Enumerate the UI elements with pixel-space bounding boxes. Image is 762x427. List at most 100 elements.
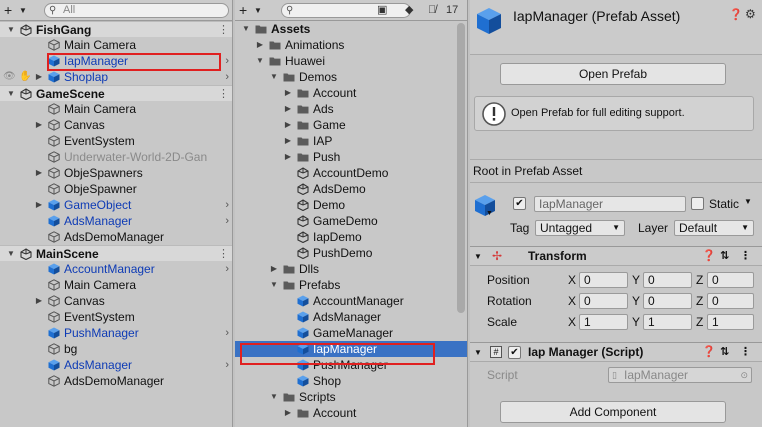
transform-z-field[interactable]: 0 bbox=[707, 293, 754, 309]
create-dropdown-button[interactable]: + ▼ bbox=[4, 2, 34, 19]
hierarchy-row[interactable]: ▶ ObjeSpawners bbox=[0, 165, 232, 181]
script-component-header[interactable]: ▼ # ✔ Iap Manager (Script) ❓ ⇅ ⋮ bbox=[470, 342, 762, 362]
add-component-button[interactable]: Add Component bbox=[500, 401, 726, 423]
transform-header[interactable]: ▼ ✢ Transform ❓ ⇅ ⋮ bbox=[470, 246, 762, 266]
folder-row[interactable]: ▶ Game bbox=[235, 117, 467, 133]
help-icon[interactable]: ❓ bbox=[729, 8, 743, 21]
hierarchy-row[interactable]: Underwater-World-2D-Gan bbox=[0, 149, 232, 165]
hierarchy-row[interactable]: AdsManager › bbox=[0, 357, 232, 373]
help-icon[interactable]: ❓ bbox=[702, 247, 716, 266]
static-checkbox[interactable] bbox=[691, 197, 704, 210]
chevron-right-icon[interactable]: › bbox=[225, 325, 229, 341]
hierarchy-row[interactable]: AdsDemoManager bbox=[0, 229, 232, 245]
folder-row[interactable]: ▶ Ads bbox=[235, 101, 467, 117]
asset-row[interactable]: Shop bbox=[235, 373, 467, 389]
asset-row[interactable]: Demo bbox=[235, 197, 467, 213]
asset-row[interactable]: AdsDemo bbox=[235, 181, 467, 197]
more-options-icon[interactable]: ⋮ bbox=[218, 86, 229, 102]
expand-right-arrow-icon[interactable]: ▶ bbox=[269, 261, 279, 277]
create-asset-dropdown-button[interactable]: + ▼ bbox=[239, 2, 269, 19]
folder-row[interactable]: ▶ Account bbox=[235, 85, 467, 101]
more-options-icon[interactable]: ⋮ bbox=[740, 247, 751, 266]
project-scrollbar[interactable] bbox=[457, 23, 465, 313]
object-picker-icon[interactable]: ⊙ bbox=[740, 368, 748, 382]
asset-row[interactable]: IapDemo bbox=[235, 229, 467, 245]
expand-down-arrow-icon[interactable]: ▼ bbox=[6, 22, 16, 38]
hierarchy-row[interactable]: ▶ Shoplap › bbox=[0, 69, 232, 85]
chevron-down-icon[interactable]: ▼ bbox=[486, 210, 493, 217]
expand-right-arrow-icon[interactable]: ▶ bbox=[283, 101, 293, 117]
expand-right-arrow-icon[interactable]: ▶ bbox=[255, 37, 265, 53]
tag-dropdown[interactable]: Untagged ▼ bbox=[535, 220, 625, 236]
transform-x-field[interactable]: 1 bbox=[579, 314, 628, 330]
presets-icon[interactable]: ⇅ bbox=[720, 343, 729, 362]
asset-row[interactable]: GameManager bbox=[235, 325, 467, 341]
folder-row[interactable]: ▶ Push bbox=[235, 149, 467, 165]
hierarchy-row[interactable]: bg bbox=[0, 341, 232, 357]
hierarchy-row[interactable]: ObjeSpawner bbox=[0, 181, 232, 197]
script-enabled-checkbox[interactable]: ✔ bbox=[508, 346, 521, 359]
expand-right-arrow-icon[interactable]: ▶ bbox=[34, 293, 44, 309]
open-prefab-button[interactable]: Open Prefab bbox=[500, 63, 726, 85]
hierarchy-row[interactable]: Main Camera bbox=[0, 277, 232, 293]
active-checkbox[interactable]: ✔ bbox=[513, 197, 526, 210]
expand-right-arrow-icon[interactable]: ▶ bbox=[34, 69, 44, 85]
hierarchy-row[interactable]: Main Camera bbox=[0, 101, 232, 117]
search-by-label-icon[interactable]: ◆ bbox=[405, 3, 413, 18]
hierarchy-search-input[interactable]: ⚲ All bbox=[44, 3, 229, 18]
expand-right-arrow-icon[interactable]: ▶ bbox=[283, 117, 293, 133]
presets-icon[interactable]: ⇅ bbox=[720, 247, 729, 266]
expand-down-arrow-icon[interactable]: ▼ bbox=[6, 246, 16, 262]
transform-y-field[interactable]: 1 bbox=[643, 314, 692, 330]
scene-row[interactable]: ▼ GameScene ⋮ bbox=[0, 85, 232, 101]
more-options-icon[interactable]: ⋮ bbox=[218, 246, 229, 262]
folder-row[interactable]: ▼ Scripts bbox=[235, 389, 467, 405]
expand-right-arrow-icon[interactable]: ▶ bbox=[283, 149, 293, 165]
hierarchy-row[interactable]: EventSystem bbox=[0, 309, 232, 325]
expand-right-arrow-icon[interactable]: ▶ bbox=[34, 117, 44, 133]
folder-row[interactable]: ▶ Dlls bbox=[235, 261, 467, 277]
expand-down-arrow-icon[interactable]: ▼ bbox=[6, 86, 16, 102]
chevron-right-icon[interactable]: › bbox=[225, 357, 229, 373]
scene-row[interactable]: ▼ MainScene ⋮ bbox=[0, 245, 232, 261]
script-reference-field[interactable]: ▯ IapManager ⊙ bbox=[608, 367, 752, 383]
more-options-icon[interactable]: ⋮ bbox=[218, 22, 229, 38]
visibility-eye-icon[interactable]: 👁 bbox=[3, 71, 16, 82]
transform-z-field[interactable]: 0 bbox=[707, 272, 754, 288]
transform-x-field[interactable]: 0 bbox=[579, 293, 628, 309]
project-search-input[interactable]: ⚲ bbox=[281, 3, 411, 18]
folder-row[interactable]: ▼ Demos bbox=[235, 69, 467, 85]
hierarchy-row[interactable]: ▶ GameObject › bbox=[0, 197, 232, 213]
asset-row[interactable]: GameDemo bbox=[235, 213, 467, 229]
expand-down-arrow-icon[interactable]: ▼ bbox=[255, 53, 265, 69]
chevron-right-icon[interactable]: › bbox=[225, 261, 229, 277]
expand-right-arrow-icon[interactable]: ▶ bbox=[34, 165, 44, 181]
expand-down-arrow-icon[interactable]: ▼ bbox=[269, 69, 279, 85]
expand-down-arrow-icon[interactable]: ▼ bbox=[241, 21, 251, 37]
transform-y-field[interactable]: 0 bbox=[643, 272, 692, 288]
folder-row[interactable]: ▶ Animations bbox=[235, 37, 467, 53]
layer-dropdown[interactable]: Default ▼ bbox=[674, 220, 754, 236]
static-dropdown-icon[interactable]: ▼ bbox=[744, 197, 752, 206]
hierarchy-row[interactable]: ▶ Canvas bbox=[0, 293, 232, 309]
hierarchy-row[interactable]: AdsManager › bbox=[0, 213, 232, 229]
asset-row[interactable]: AccountDemo bbox=[235, 165, 467, 181]
expand-down-arrow-icon[interactable]: ▼ bbox=[269, 277, 279, 293]
asset-row[interactable]: AccountManager bbox=[235, 293, 467, 309]
help-icon[interactable]: ❓ bbox=[702, 343, 716, 362]
expand-down-arrow-icon[interactable]: ▼ bbox=[269, 389, 279, 405]
object-name-field[interactable]: IapManager bbox=[534, 196, 686, 212]
chevron-right-icon[interactable]: › bbox=[225, 197, 229, 213]
more-options-icon[interactable]: ⋮ bbox=[740, 343, 751, 362]
scene-row[interactable]: ▼ FishGang ⋮ bbox=[0, 21, 232, 37]
transform-y-field[interactable]: 0 bbox=[643, 293, 692, 309]
hierarchy-row[interactable]: EventSystem bbox=[0, 133, 232, 149]
chevron-right-icon[interactable]: › bbox=[225, 213, 229, 229]
folder-row[interactable]: ▼ Prefabs bbox=[235, 277, 467, 293]
folder-row[interactable]: ▶ IAP bbox=[235, 133, 467, 149]
hidden-packages-icon[interactable]: 👁̸ bbox=[428, 3, 436, 18]
expand-right-arrow-icon[interactable]: ▶ bbox=[283, 405, 293, 421]
hierarchy-row[interactable]: PushManager › bbox=[0, 325, 232, 341]
hierarchy-row[interactable]: ▶ Canvas bbox=[0, 117, 232, 133]
folder-row[interactable]: ▼ Huawei bbox=[235, 53, 467, 69]
